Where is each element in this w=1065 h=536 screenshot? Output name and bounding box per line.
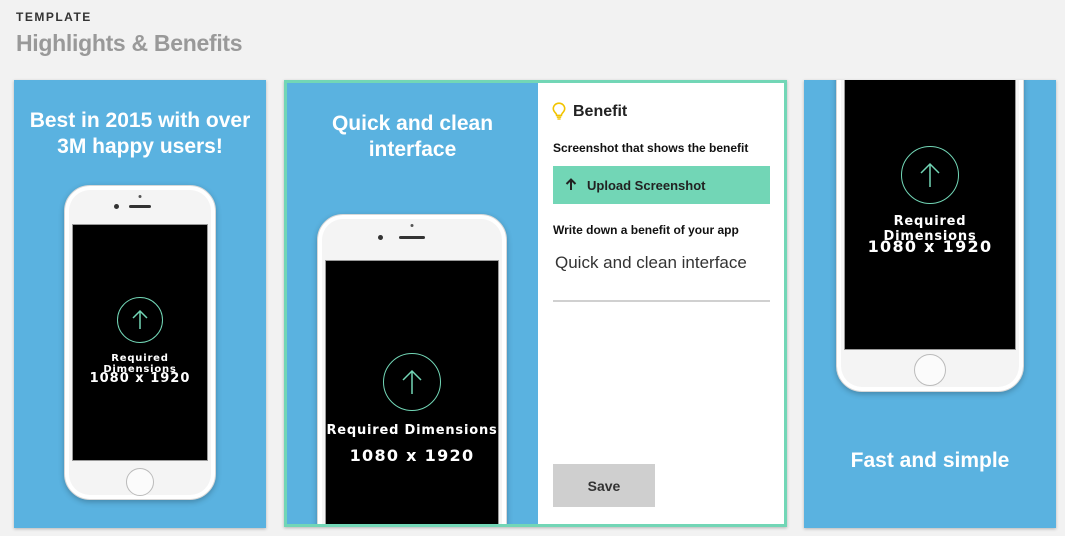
page-header: TEMPLATE Highlights & Benefits	[16, 10, 243, 57]
card-caption: Best in 2015 with over 3M happy users!	[29, 109, 251, 158]
card-caption: Quick and clean interface	[331, 112, 494, 161]
save-button[interactable]: Save	[553, 464, 655, 507]
upload-circle-icon[interactable]	[383, 353, 441, 411]
template-card-2-selected[interactable]: Quick and clean interface Required Dimen…	[284, 80, 787, 527]
card-caption: Fast and simple	[850, 449, 1010, 472]
screenshot-label: Screenshot that shows the benefit	[553, 141, 749, 155]
phone-screen[interactable]: Required Dimensions 1080 x 1920	[72, 224, 208, 461]
benefit-form-panel: Benefit Screenshot that shows the benefi…	[538, 83, 784, 524]
panel-title: Benefit	[573, 103, 628, 120]
arrow-up-icon	[565, 178, 577, 190]
upload-screenshot-button[interactable]: Upload Screenshot	[553, 166, 770, 204]
phone-mockup: Required Dimensions 1080 x 1920	[317, 214, 507, 524]
home-button	[914, 354, 946, 386]
template-card-1[interactable]: Best in 2015 with over 3M happy users! R…	[14, 80, 266, 528]
phone-mockup: Required Dimensions 1080 x 1920	[64, 185, 216, 500]
template-eyebrow: TEMPLATE	[16, 10, 92, 24]
page-title: Highlights & Benefits	[16, 30, 243, 56]
phone-mockup: Required Dimensions 1080 x 1920	[836, 80, 1024, 392]
upload-circle-icon[interactable]	[901, 146, 959, 204]
home-button	[126, 468, 154, 496]
required-dimensions-label: Required Dimensions	[326, 423, 498, 438]
dimensions-value: 1080 x 1920	[89, 371, 191, 386]
phone-screen[interactable]: Required Dimensions 1080 x 1920	[325, 260, 499, 524]
dimensions-value: 1080 x 1920	[867, 237, 993, 256]
phone-screen[interactable]: Required Dimensions 1080 x 1920	[844, 80, 1016, 350]
benefit-text-field[interactable]	[553, 248, 770, 302]
dimensions-value: 1080 x 1920	[349, 446, 475, 465]
upload-circle-icon[interactable]	[117, 297, 163, 343]
benefit-field-label: Write down a benefit of your app	[553, 223, 739, 237]
template-card-3[interactable]: Required Dimensions 1080 x 1920 Fast and…	[804, 80, 1056, 528]
